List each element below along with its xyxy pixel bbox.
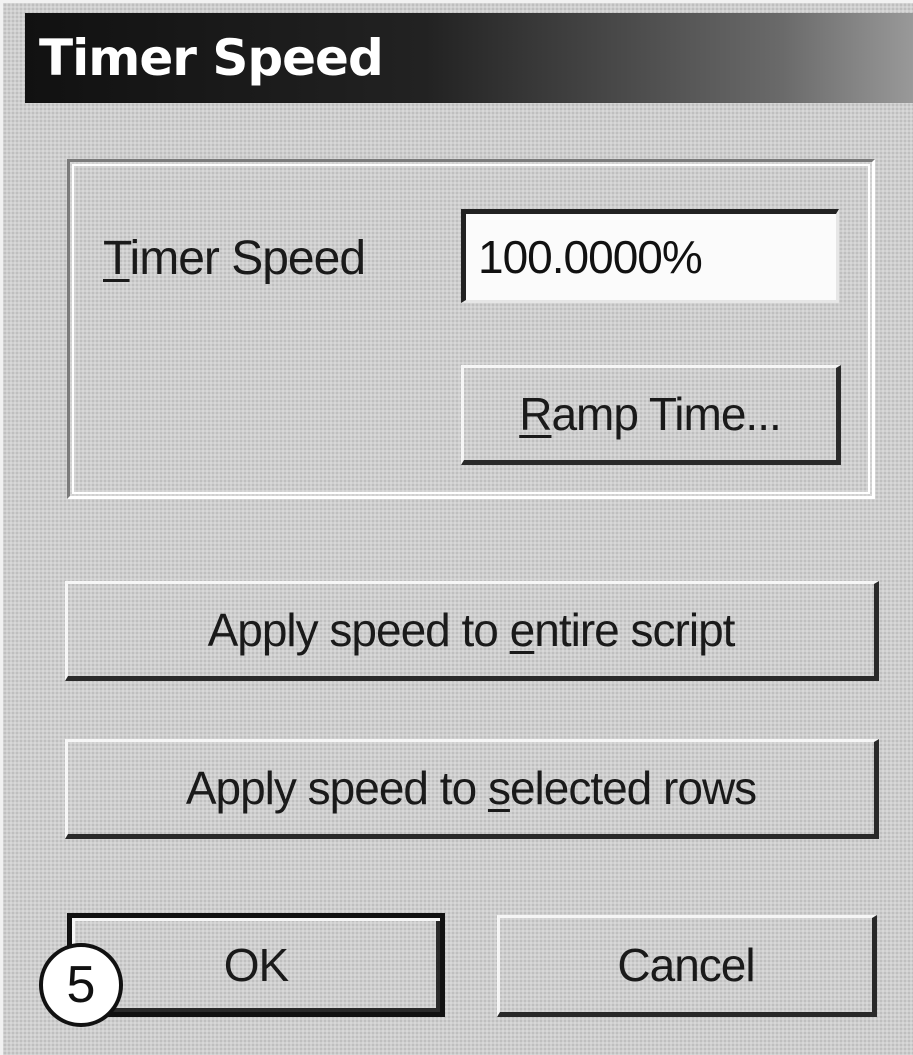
timer-speed-dialog: Timer Speed Timer Speed 100.0000% Ramp T… (0, 0, 913, 1055)
timer-speed-label-mnemonic: T (103, 232, 131, 285)
apply-selected-mnemonic: s (487, 762, 511, 814)
ramp-time-label: amp Time... (551, 388, 781, 440)
apply-selected-label-post: elected rows (509, 762, 757, 814)
ok-button[interactable]: OK (67, 913, 445, 1017)
timer-speed-label-text: imer Speed (129, 232, 366, 285)
ok-label: OK (223, 939, 289, 991)
apply-entire-label-post: ntire script (534, 604, 735, 656)
dialog-title: Timer Speed (39, 29, 384, 87)
apply-selected-rows-button[interactable]: Apply speed to s elected rows (65, 739, 879, 839)
apply-entire-label-pre: Apply speed to (207, 604, 510, 656)
ramp-time-mnemonic: R (519, 388, 552, 440)
apply-entire-script-button[interactable]: Apply speed to e ntire script (65, 581, 879, 681)
cancel-label: Cancel (617, 939, 755, 991)
apply-selected-label-pre: Apply speed to (185, 762, 488, 814)
timer-speed-label: Timer Speed (103, 231, 366, 286)
title-bar[interactable]: Timer Speed (25, 13, 913, 103)
timer-speed-input[interactable]: 100.0000% (461, 209, 839, 303)
callout-number-badge: 5 (39, 943, 123, 1027)
ramp-time-button[interactable]: Ramp Time... (461, 365, 841, 465)
cancel-button[interactable]: Cancel (497, 915, 877, 1017)
apply-entire-mnemonic: e (509, 604, 536, 656)
